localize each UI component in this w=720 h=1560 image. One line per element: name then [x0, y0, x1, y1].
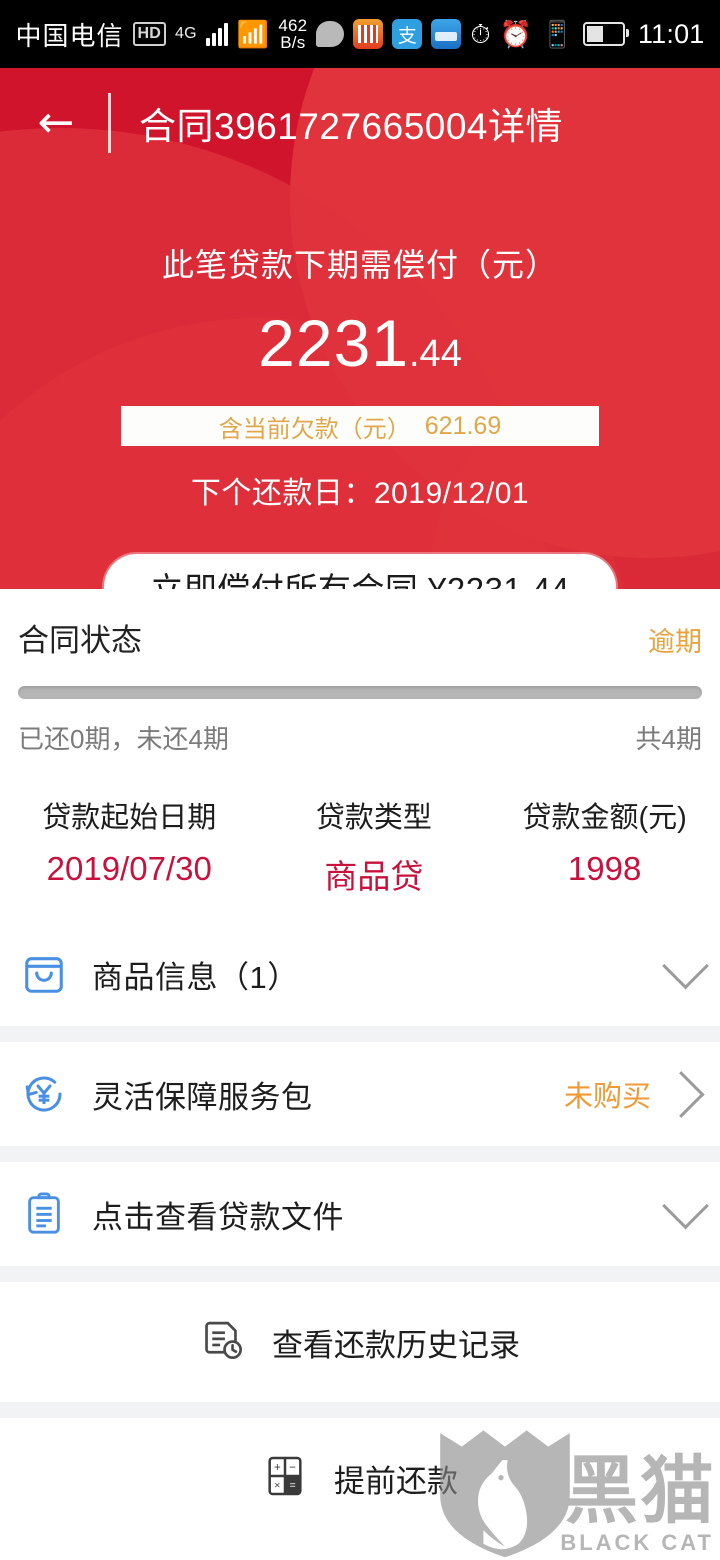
- contract-status-section: 合同状态 逾期 已还0期，未还4期 共4期 贷款起始日期 2019/07/30 …: [0, 589, 720, 1026]
- service-package-label: 灵活保障服务包: [92, 1079, 313, 1115]
- shopping-bag-icon: [18, 948, 70, 1000]
- hd-icon: HD: [132, 22, 167, 46]
- early-repayment-label: 提前还款: [334, 1463, 458, 1499]
- app-icon-red: [353, 19, 384, 49]
- signal-bars-icon: [205, 22, 228, 46]
- repayment-progress-bar: [18, 686, 702, 699]
- back-arrow-icon[interactable]: ←: [28, 95, 84, 151]
- service-package-status: 未购买: [563, 1081, 651, 1113]
- view-repayment-history-button[interactable]: 查看还款历史记录: [0, 1282, 720, 1402]
- data-rate-indicator: 462 B/s: [278, 17, 307, 51]
- loan-start-date-label: 贷款起始日期: [42, 802, 217, 834]
- loan-start-date-value: 2019/07/30: [46, 850, 212, 887]
- document-clock-icon: [200, 1317, 246, 1368]
- amount-decimal: .44: [409, 333, 462, 375]
- carrier-label: 中国电信: [15, 20, 124, 51]
- status-badge: 逾期: [648, 627, 702, 657]
- message-icon: [316, 21, 345, 47]
- next-payment-label: 此笔贷款下期需偿付（元）: [161, 247, 558, 283]
- svg-text:−: −: [289, 1462, 296, 1474]
- network-type-label: 4G: [175, 25, 197, 42]
- periods-paid-label: 已还0期，未还4期: [18, 724, 229, 754]
- contract-status-title: 合同状态: [18, 623, 142, 658]
- nav-divider: [108, 93, 111, 153]
- section-divider: [0, 1402, 720, 1418]
- alarm-icon: ⏰: [499, 19, 533, 49]
- product-info-label: 商品信息（1）: [92, 959, 299, 995]
- section-divider: [0, 1266, 720, 1282]
- loan-info-item: 贷款金额(元) 1998: [489, 794, 720, 898]
- data-rate-unit: B/s: [280, 33, 306, 52]
- loan-info-item: 贷款起始日期 2019/07/30: [0, 794, 258, 898]
- navigation-bar: ← 合同3961727665004详情: [0, 68, 720, 178]
- current-owed-label: 含当前欠款（元）: [218, 415, 411, 443]
- section-divider: [0, 1146, 720, 1162]
- wifi-icon: 📶: [236, 19, 270, 49]
- svg-text:×: ×: [274, 1480, 280, 1491]
- loan-amount-label: 贷款金额(元): [522, 802, 687, 834]
- alipay-icon: [392, 19, 423, 49]
- loan-amount-value: 1998: [567, 850, 642, 887]
- page-title: 合同3961727665004详情: [139, 106, 564, 147]
- view-repayment-history-label: 查看还款历史记录: [272, 1327, 520, 1363]
- svg-text:+: +: [274, 1462, 281, 1474]
- row-product-info[interactable]: 商品信息（1）: [0, 922, 720, 1026]
- loan-info-grid: 贷款起始日期 2019/07/30 贷款类型 商品贷 贷款金额(元) 1998: [0, 784, 720, 922]
- row-loan-documents[interactable]: 点击查看贷款文件: [0, 1162, 720, 1266]
- app-icon-blue: [431, 19, 462, 49]
- loan-info-item: 贷款类型 商品贷: [258, 794, 489, 898]
- loan-type-value: 商品贷: [324, 858, 424, 895]
- loan-summary-header: ← 合同3961727665004详情 此笔贷款下期需偿付（元） 2231.44…: [0, 68, 720, 589]
- screen-record-icon: ⏱: [470, 19, 491, 49]
- chevron-right-icon[interactable]: [657, 1070, 705, 1118]
- loan-documents-section: 点击查看贷款文件: [0, 1162, 720, 1266]
- next-payment-amount: 2231.44: [0, 310, 720, 376]
- chevron-down-icon[interactable]: [662, 1182, 709, 1229]
- vibrate-icon: 📱: [541, 19, 574, 49]
- chevron-down-icon[interactable]: [662, 942, 709, 989]
- current-owed-value: 621.69: [424, 411, 502, 440]
- current-owed-banner: 含当前欠款（元） 621.69: [121, 406, 599, 446]
- next-repayment-date: 下个还款日：2019/12/01: [190, 477, 530, 510]
- loan-documents-label: 点击查看贷款文件: [92, 1199, 344, 1235]
- section-divider: [0, 1026, 720, 1042]
- amount-integer: 2231: [258, 306, 409, 380]
- svg-text:=: =: [290, 1480, 296, 1491]
- repayment-history-section: 查看还款历史记录: [0, 1282, 720, 1402]
- clipboard-icon: [18, 1188, 70, 1240]
- data-rate-value: 462: [278, 16, 308, 35]
- status-bar: 中国电信 HD 4G 📶 462 B/s ⏱ ⏰ 📱 11:01: [0, 0, 720, 68]
- row-service-package[interactable]: 灵活保障服务包 未购买: [0, 1042, 720, 1146]
- periods-total-label: 共4期: [635, 724, 702, 754]
- early-repayment-section: + − × = 提前还款: [0, 1418, 720, 1538]
- calculator-icon: + − × =: [262, 1453, 308, 1504]
- battery-icon: [582, 22, 629, 46]
- loan-type-label: 贷款类型: [315, 802, 432, 834]
- clock-label: 11:01: [637, 18, 705, 49]
- yen-refresh-icon: [18, 1068, 70, 1120]
- early-repayment-button[interactable]: + − × = 提前还款: [0, 1418, 720, 1538]
- service-package-section: 灵活保障服务包 未购买: [0, 1042, 720, 1146]
- pay-all-contracts-button[interactable]: 立即偿付所有合同 ¥2231.44: [104, 554, 616, 589]
